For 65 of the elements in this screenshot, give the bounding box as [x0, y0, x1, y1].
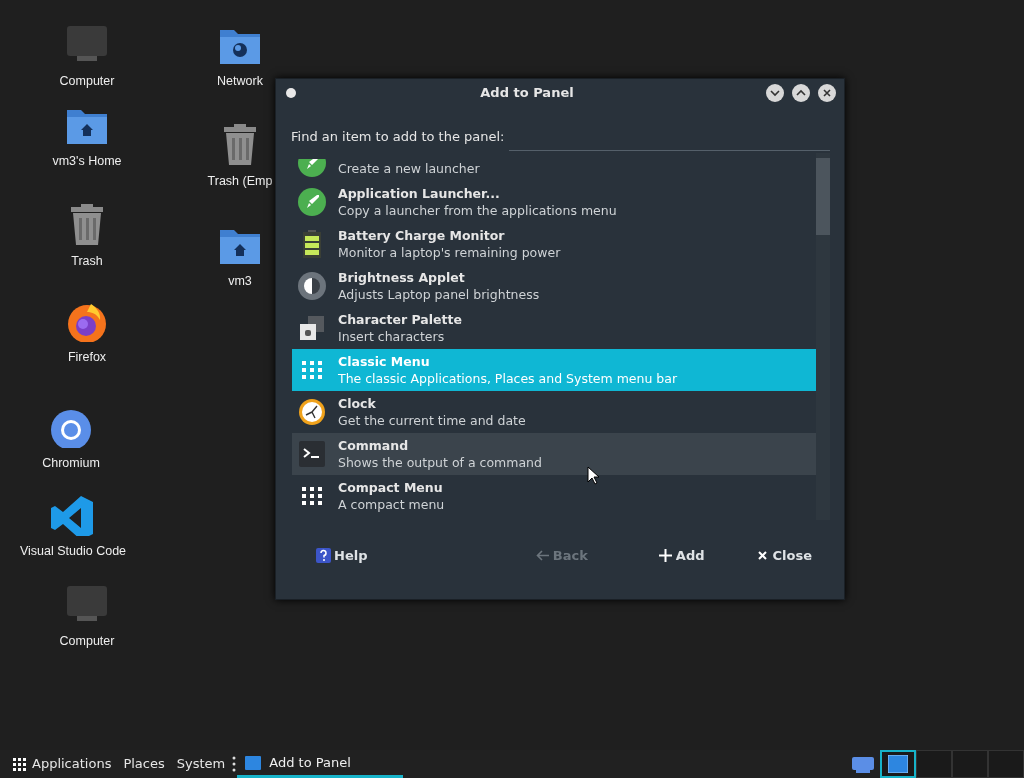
- item-title: Battery Charge Monitor: [338, 226, 506, 244]
- panel-menu[interactable]: Places: [117, 754, 171, 774]
- list-item[interactable]: Brightness Applet Adjusts Laptop panel brightness: [292, 264, 816, 307]
- list-item[interactable]: Character Palette Insert characters: [292, 306, 816, 349]
- item-title: Character Palette: [338, 310, 462, 328]
- minimize-button[interactable]: [766, 84, 784, 102]
- item-description: Shows the output of a command: [338, 453, 542, 471]
- list-item[interactable]: Battery Charge Monitor Monitor a laptop's remaining power: [292, 222, 816, 265]
- grid-icon: [12, 757, 26, 771]
- list-item[interactable]: Command Shows the output of a command: [292, 432, 816, 475]
- item-description: The classic Applications, Places and System menu bar: [338, 369, 678, 387]
- icon-label[interactable]: Trash: [71, 252, 103, 271]
- window-menu-icon[interactable]: [286, 88, 296, 98]
- prompt-label: Find an item to add to the panel:: [291, 128, 505, 146]
- item-description: Get the current time and date: [338, 411, 526, 429]
- item-title: Command: [338, 436, 410, 454]
- brightness-icon: [298, 271, 326, 300]
- add-button[interactable]: Add: [655, 541, 707, 569]
- item-title: Compact Menu: [338, 478, 444, 496]
- icon-label[interactable]: vm3's Home: [52, 152, 122, 171]
- character-palette-icon: [298, 313, 326, 342]
- icon-label[interactable]: Network: [217, 72, 263, 91]
- panel-menu[interactable]: Applications: [0, 754, 118, 774]
- close-button[interactable]: Close: [752, 541, 814, 569]
- item-title: Classic Menu: [338, 352, 431, 370]
- list-item[interactable]: Application Launcher... Copy a launcher from the applications menu: [292, 180, 816, 223]
- maximize-button[interactable]: [792, 84, 810, 102]
- item-description: Insert characters: [338, 327, 446, 345]
- item-description: A compact menu: [338, 495, 445, 513]
- window-thumbnail-icon: [888, 755, 908, 773]
- window-icon: [245, 755, 262, 770]
- icon-label[interactable]: Firefox: [67, 348, 107, 367]
- item-description: Monitor a laptop's remaining power: [338, 243, 561, 261]
- item-description: Adjusts Laptop panel brightness: [338, 285, 540, 303]
- back-arrow-icon: [534, 547, 550, 563]
- workspace-button[interactable]: [880, 750, 916, 778]
- clock-icon: [298, 397, 326, 426]
- icon-label[interactable]: vm3: [228, 272, 252, 291]
- icon-label[interactable]: Computer: [59, 632, 115, 651]
- item-description: Copy a launcher from the applications menu: [338, 201, 617, 219]
- icon-label[interactable]: Computer: [59, 72, 115, 91]
- panel-menu[interactable]: System: [170, 754, 232, 774]
- scrollbar[interactable]: [816, 152, 830, 520]
- help-button[interactable]: Help: [314, 541, 370, 569]
- item-title: Application Launcher...: [338, 184, 501, 202]
- rocket-icon: [298, 187, 326, 216]
- list-item[interactable]: Clock Get the current time and date: [292, 390, 816, 433]
- taskbar-window-button[interactable]: Add to Panel: [237, 750, 404, 778]
- close-button[interactable]: [818, 84, 836, 102]
- icon-label[interactable]: Chromium: [42, 454, 100, 473]
- panel-handle-icon[interactable]: [231, 755, 238, 773]
- scrollbar-thumb[interactable]: [816, 157, 830, 235]
- terminal-icon: [298, 439, 326, 468]
- list-item[interactable]: Create a new launcher: [292, 152, 816, 181]
- plus-icon: [657, 547, 673, 563]
- icon-label[interactable]: Trash (Emp: [207, 172, 273, 191]
- icon-label[interactable]: Visual Studio Code: [19, 542, 127, 561]
- item-description: Create a new launcher: [338, 159, 480, 177]
- list-item[interactable]: Compact Menu A compact menu: [292, 474, 816, 517]
- show-desktop-icon[interactable]: [852, 755, 874, 773]
- window-title: Add to Panel: [479, 84, 575, 103]
- item-title: Clock: [338, 394, 377, 412]
- item-title: Brightness Applet: [338, 268, 466, 286]
- mouse-pointer-icon: [587, 466, 599, 485]
- help-icon: [316, 547, 331, 563]
